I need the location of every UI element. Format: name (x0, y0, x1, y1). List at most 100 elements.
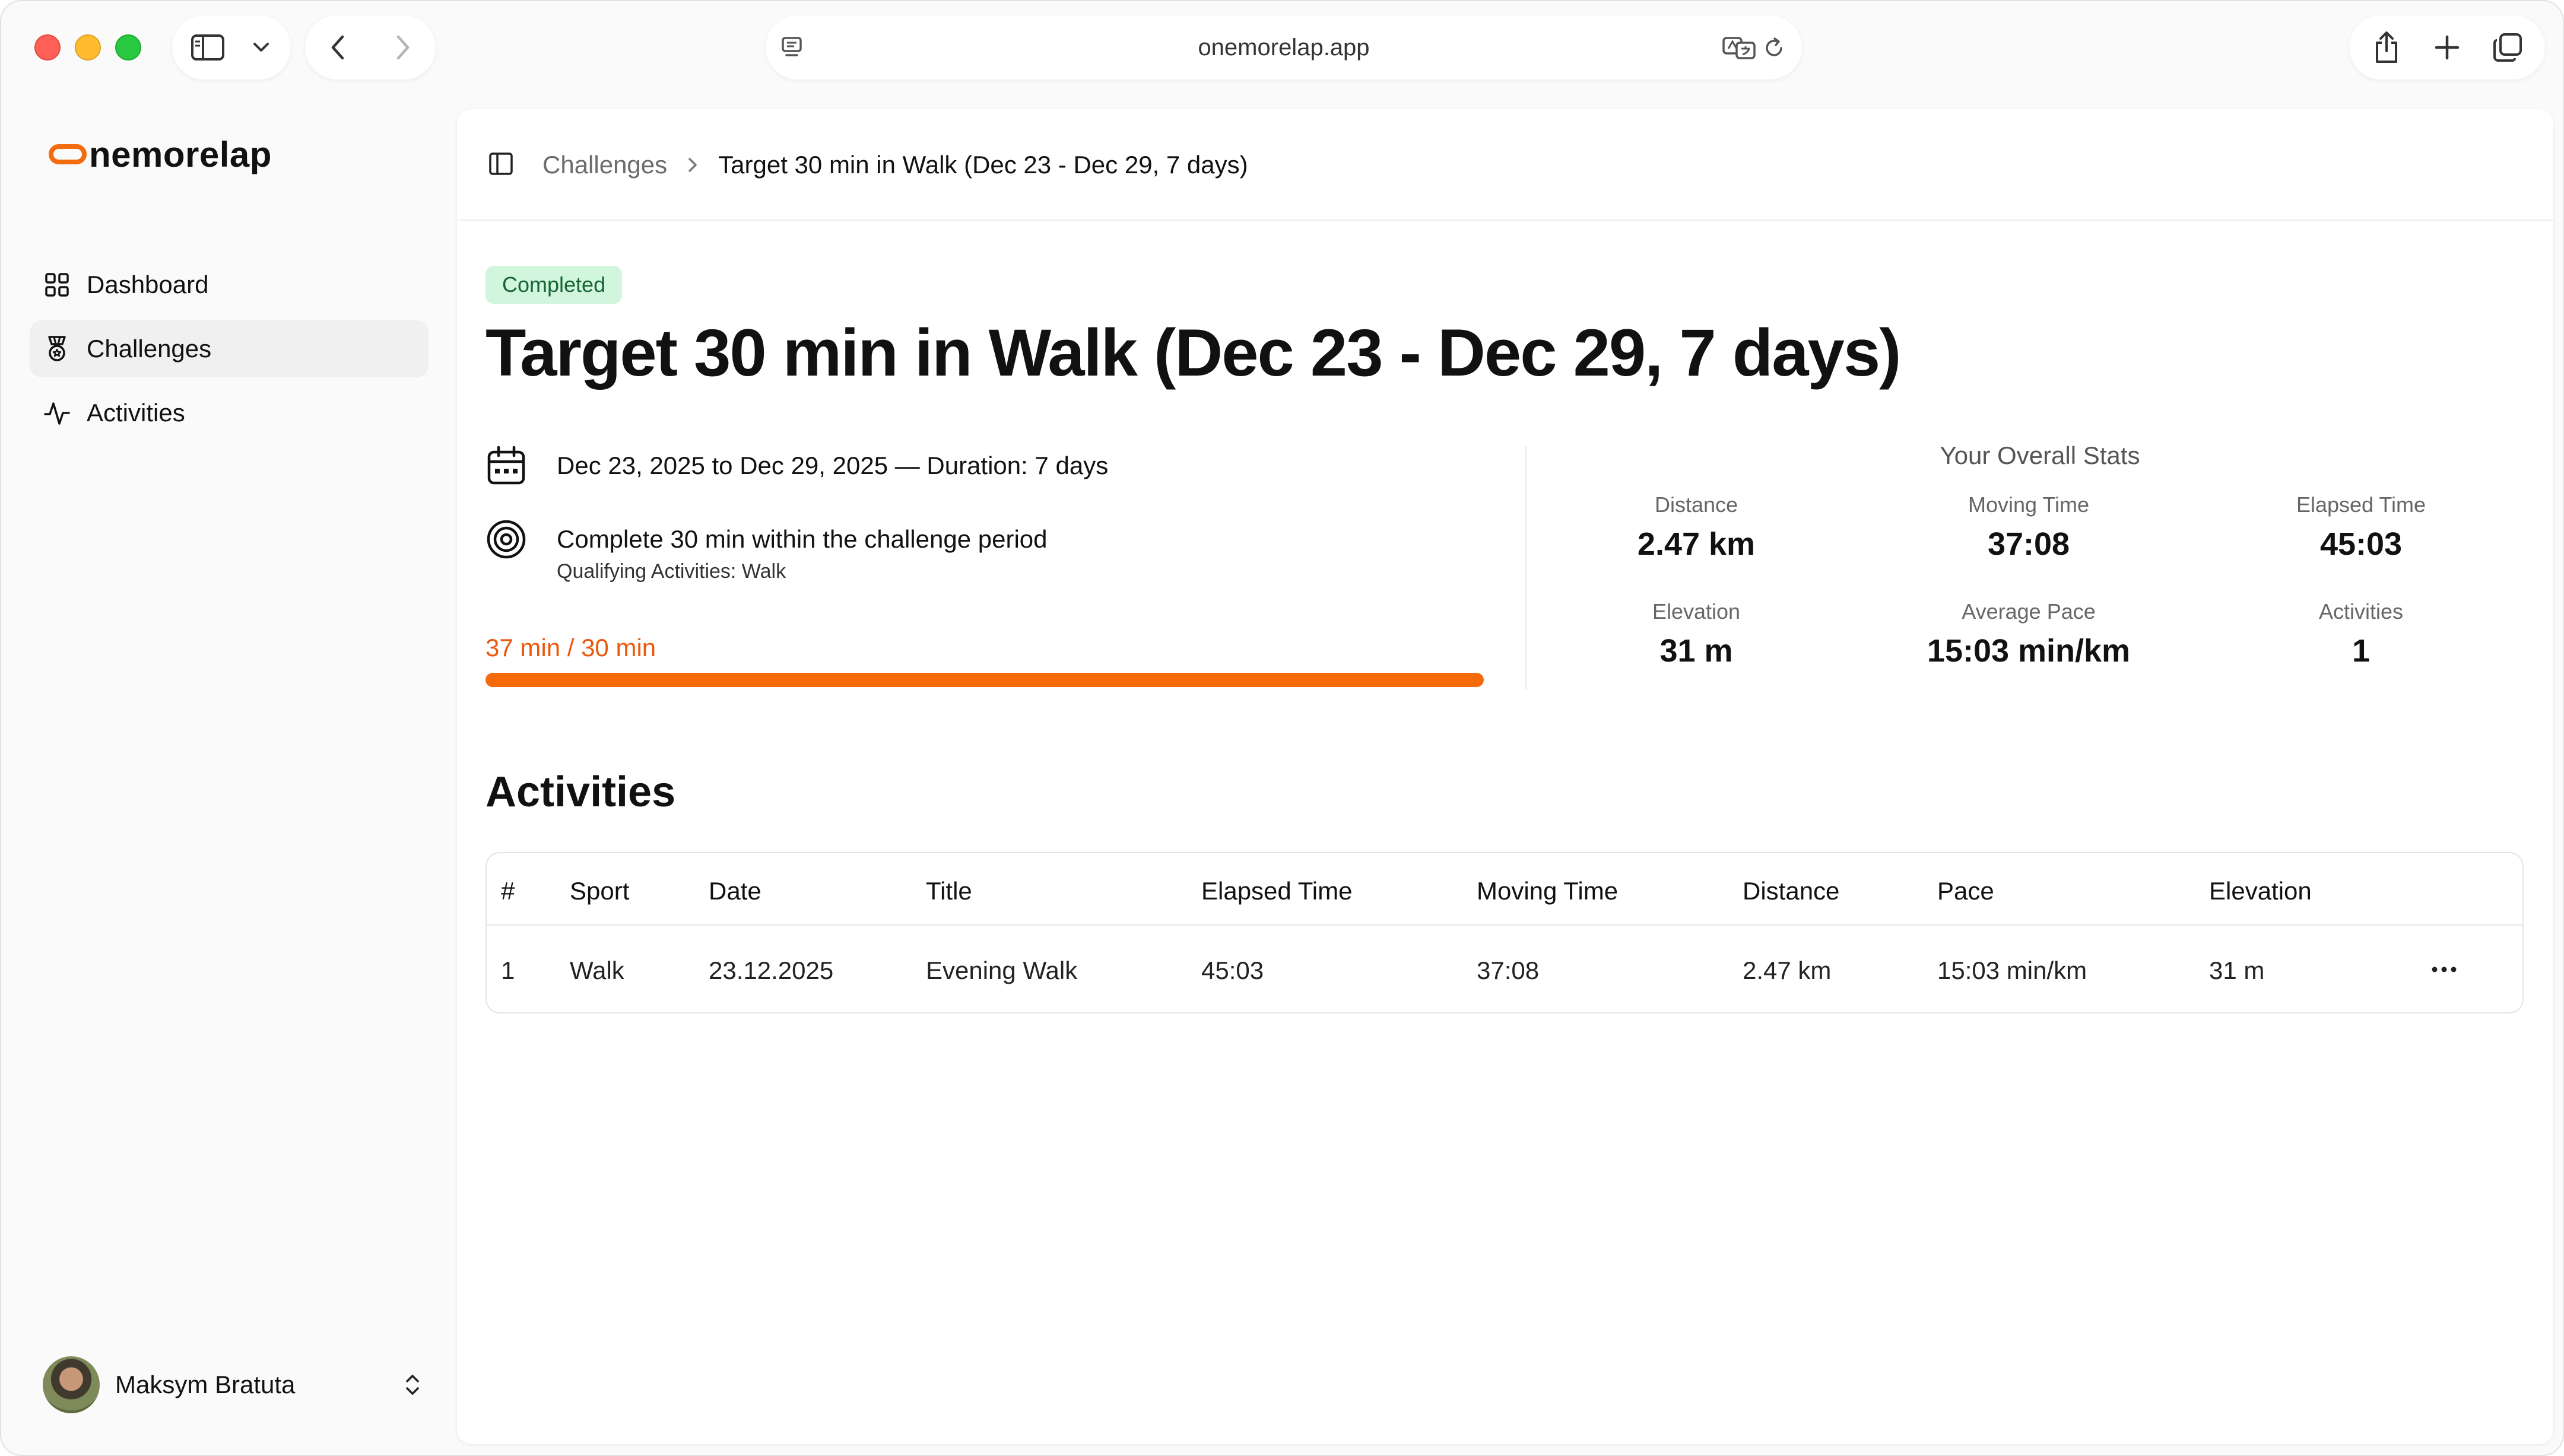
forward-button[interactable] (370, 15, 436, 80)
tab-overview-button[interactable] (2481, 15, 2534, 80)
stat-label: Elevation (1652, 599, 1741, 624)
chevrons-up-down-icon (406, 1375, 419, 1395)
sidebar-toggle-button[interactable] (172, 15, 243, 80)
reload-icon[interactable] (1763, 37, 1785, 62)
award-icon (48, 336, 66, 361)
zoom-window-button[interactable] (115, 34, 141, 61)
status-badge: Completed (485, 266, 623, 304)
table-row[interactable]: 1 Walk 23.12.2025 Evening Walk 45:03 37:… (487, 927, 2522, 1012)
stat-value: 2.47 km (1637, 526, 1756, 562)
column-header: Distance (1743, 877, 1840, 905)
logo-text: nemorelap (89, 134, 272, 174)
column-header: Elapsed Time (1201, 877, 1353, 905)
column-header: Elevation (2209, 877, 2312, 905)
section-divider (1525, 446, 1527, 689)
stat-average-pace: Average Pace 15:03 min/km (1862, 599, 2195, 669)
challenge-date-row: Dec 23, 2025 to Dec 29, 2025 — Duration:… (485, 445, 1108, 487)
sidebar-toggle-group (172, 15, 291, 80)
stat-value: 45:03 (2319, 526, 2403, 562)
user-menu[interactable]: Maksym Bratuta (43, 1355, 423, 1414)
tab-group-menu-button[interactable] (243, 15, 279, 80)
breadcrumb-bar: Challenges Target 30 min in Walk (Dec 23… (457, 109, 2553, 221)
column-header: Pace (1937, 877, 1994, 905)
breadcrumb-current: Target 30 min in Walk (Dec 23 - Dec 29, … (718, 151, 1248, 179)
back-button[interactable] (305, 15, 370, 80)
breadcrumb: Challenges Target 30 min in Walk (Dec 23… (542, 147, 1248, 183)
stat-label: Distance (1654, 492, 1738, 517)
activities-section-title: Activities (485, 768, 676, 816)
address-url: onemorelap.app (1198, 34, 1370, 61)
stat-label: Activities (2318, 599, 2404, 624)
user-name: Maksym Bratuta (115, 1371, 296, 1398)
challenge-date-range: Dec 23, 2025 to Dec 29, 2025 — Duration:… (557, 452, 1109, 479)
qualifying-activities: Qualifying Activities: Walk (557, 560, 786, 583)
stat-activities-count: Activities 1 (2195, 599, 2527, 669)
cell-distance: 2.47 km (1743, 956, 1832, 984)
translate-icon[interactable] (1722, 36, 1758, 62)
column-header: Date (709, 877, 761, 905)
cell-elevation: 31 m (2209, 956, 2265, 984)
column-header: # (501, 877, 515, 905)
activities-table: # Sport Date Title Elapsed Time Moving T… (485, 852, 2524, 1013)
challenge-goal: Complete 30 min within the challenge per… (557, 525, 1048, 553)
browser-toolbar: onemorelap.app (1, 1, 2563, 96)
logo-mark (49, 144, 87, 164)
plus-icon (2435, 35, 2460, 60)
panel-toggle-button[interactable] (488, 151, 514, 180)
browser-window: onemorelap.app nemorelap Dashboard Chall… (0, 0, 2564, 1456)
stat-moving-time: Moving Time 37:08 (1862, 492, 2195, 562)
history-nav-group (305, 15, 436, 80)
column-header: Sport (570, 877, 630, 905)
sidebar-nav: Dashboard Challenges Activities (30, 256, 429, 449)
address-bar[interactable]: onemorelap.app (766, 15, 1802, 80)
app-sidebar: nemorelap Dashboard Challenges Activitie… (1, 96, 452, 1455)
avatar (43, 1356, 100, 1413)
target-icon (487, 520, 526, 559)
column-header: Moving Time (1477, 877, 1619, 905)
sidebar-item-label: Dashboard (87, 271, 209, 298)
cell-date: 23.12.2025 (709, 956, 834, 984)
sidebar-item-challenges[interactable]: Challenges (30, 320, 429, 377)
browser-actions-group (2349, 15, 2545, 80)
sidebar-item-label: Activities (87, 399, 185, 427)
cell-elapsed-time: 45:03 (1201, 956, 1264, 984)
stat-value: 15:03 min/km (1927, 633, 2131, 669)
chevron-left-icon (331, 35, 344, 60)
row-actions-button[interactable] (2425, 955, 2463, 984)
stat-distance: Distance 2.47 km (1530, 492, 1862, 562)
cell-sport: Walk (570, 956, 624, 984)
table-header: # Sport Date Title Elapsed Time Moving T… (487, 853, 2522, 926)
sidebar-icon (191, 34, 224, 61)
stats-title: Your Overall Stats (1940, 441, 2140, 469)
activity-icon (44, 402, 70, 425)
calendar-icon (487, 446, 525, 485)
progress-bar (485, 673, 1484, 687)
cell-pace: 15:03 min/km (1937, 956, 2087, 984)
cell-index: 1 (501, 956, 515, 984)
chevron-right-icon (396, 35, 410, 60)
app-logo[interactable]: nemorelap (49, 131, 272, 178)
stat-value: 1 (2352, 633, 2371, 669)
stat-label: Average Pace (1962, 599, 2096, 624)
sidebar-item-dashboard[interactable]: Dashboard (30, 256, 429, 313)
progress-label: 37 min / 30 min (485, 634, 656, 662)
stat-label: Moving Time (1968, 492, 2090, 517)
grid-icon (45, 273, 69, 297)
stat-elapsed-time: Elapsed Time 45:03 (2195, 492, 2527, 562)
page-title: Target 30 min in Walk (Dec 23 - Dec 29, … (485, 316, 1901, 390)
panel-left-icon (489, 152, 513, 175)
column-header: Title (926, 877, 972, 905)
sidebar-item-activities[interactable]: Activities (30, 384, 429, 441)
main-content: Challenges Target 30 min in Walk (Dec 23… (457, 109, 2553, 1444)
close-window-button[interactable] (34, 34, 61, 61)
chevron-down-icon (253, 43, 269, 52)
new-tab-button[interactable] (2420, 15, 2474, 80)
sidebar-item-label: Challenges (87, 335, 212, 363)
progress-bar-fill (485, 673, 1484, 687)
minimize-window-button[interactable] (75, 34, 101, 61)
share-button[interactable] (2360, 15, 2413, 80)
cell-title: Evening Walk (926, 956, 1078, 984)
tabs-icon (2493, 33, 2522, 62)
breadcrumb-challenges-link[interactable]: Challenges (542, 151, 667, 179)
stat-label: Elapsed Time (2296, 492, 2426, 517)
